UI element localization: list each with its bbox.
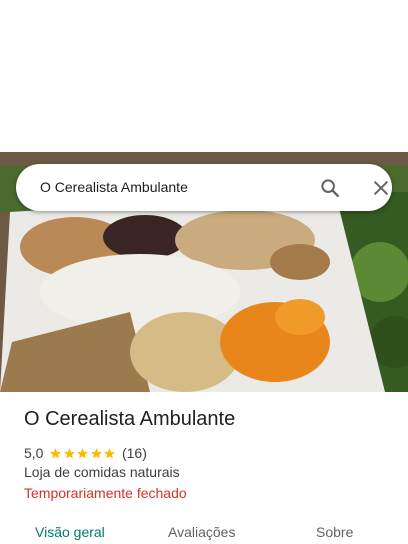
- status-text: Temporariamente fechado: [24, 485, 187, 501]
- place-title: O Cerealista Ambulante: [24, 408, 236, 430]
- tab-reviews[interactable]: Avaliações: [168, 524, 235, 540]
- star-icon: [77, 447, 89, 458]
- star-icon: [104, 447, 116, 458]
- star-icon: [50, 447, 62, 458]
- tab-about[interactable]: Sobre: [316, 524, 353, 540]
- place-category[interactable]: Loja de comidas naturais: [24, 464, 180, 480]
- search-icon[interactable]: [315, 173, 345, 203]
- tab-overview[interactable]: Visão geral: [35, 524, 105, 540]
- star-icon: [64, 447, 75, 458]
- search-input[interactable]: O Cerealista Ambulante: [40, 164, 188, 211]
- close-icon[interactable]: [366, 173, 396, 203]
- star-icon: [91, 447, 102, 458]
- search-bar[interactable]: O Cerealista Ambulante: [16, 164, 392, 211]
- rating-stars: [49, 447, 117, 460]
- review-count[interactable]: (16): [122, 445, 147, 461]
- rating-row[interactable]: 5,0 (16): [24, 444, 147, 462]
- map-area-blank: [0, 0, 408, 152]
- rating-value: 5,0: [24, 445, 44, 461]
